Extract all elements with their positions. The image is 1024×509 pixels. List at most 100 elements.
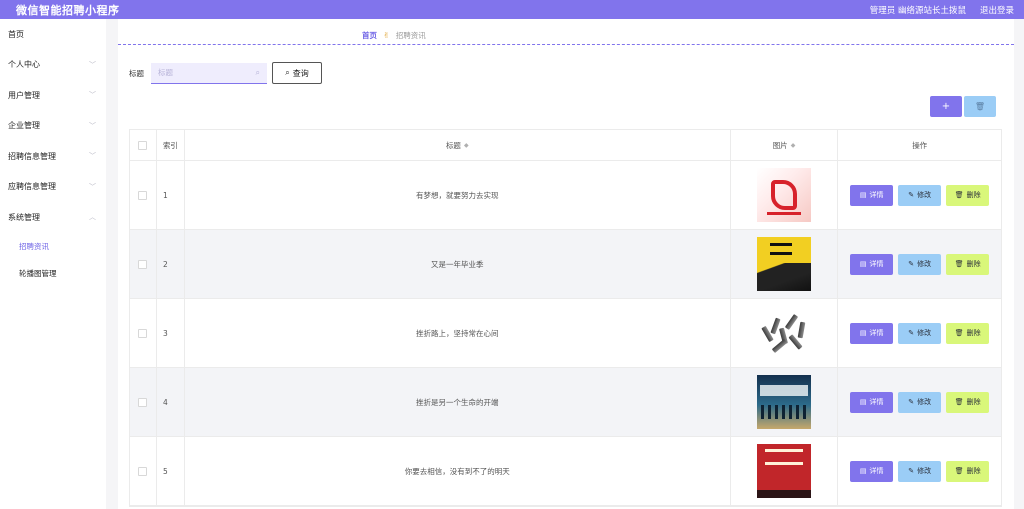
detail-button[interactable]: ▤ 详情 [850,184,894,206]
chevron-down-icon: ﹀ [89,91,96,100]
edit-button[interactable]: ✎ 修改 [898,460,942,482]
trash-icon: 🗑 [974,102,986,111]
sidebar-item-user-management[interactable]: 用户管理 ﹀ [0,80,106,111]
delete-button[interactable]: 🗑 删除 [946,184,990,206]
app-title: 微信智能招聘小程序 [16,3,120,17]
sidebar-item-label: 个人中心 [8,60,40,70]
topbar-right: 管理员 幽络源站长土拨鼠 退出登录 [870,4,1014,16]
sidebar-item-label: 系统管理 [8,212,40,222]
row-thumbnail [757,237,811,291]
search-row: 标题 ⌕ ⌕ 查询 [129,62,322,84]
search-label: 标题 [129,68,144,78]
header-image-label: 图片 [772,140,788,150]
row-index: 2 [157,230,185,298]
sidebar: 首页 个人中心 ﹀ 用户管理 ﹀ 企业管理 ﹀ 招聘信息管理 ﹀ 应聘信息管理 … [0,19,106,509]
row-title: 挫折路上，坚持常在心间 [185,299,731,367]
breadcrumb-current: 招聘资讯 [395,31,426,40]
row-title: 有梦想，就要努力去实现 [185,161,731,229]
header-title[interactable]: 标题 ◆ [185,130,731,160]
chevron-down-icon: ﹀ [89,182,96,191]
edit-button[interactable]: ✎ 修改 [898,322,942,344]
pencil-icon: ✎ [908,329,915,337]
sort-icon: ◆ [463,141,469,149]
detail-button[interactable]: ▤ 详情 [850,460,894,482]
trash-icon: 🗑 [954,398,964,406]
document-icon: ▤ [859,191,867,199]
row-title: 你要去相信，没有到不了的明天 [185,437,731,505]
sidebar-item-label: 企业管理 [8,121,40,131]
logout-link[interactable]: 退出登录 [980,4,1014,16]
header-index: 索引 [157,130,185,160]
search-icon: ⌕ [255,67,260,77]
document-icon: ▤ [859,329,867,337]
batch-delete-button[interactable]: 🗑 [964,96,996,117]
sidebar-subitem-carousel-management[interactable]: 轮播图管理 [0,260,106,287]
row-checkbox[interactable] [138,259,148,269]
table-row: 5 你要去相信，没有到不了的明天 ▤ 详情 ✎ 修改 🗑 删除 [130,437,1001,506]
sidebar-item-label: 首页 [8,29,24,39]
document-icon: ▤ [859,467,867,475]
query-button-label: 查询 [292,68,309,78]
header-title-label: 标题 [445,140,461,150]
document-icon: ▤ [859,398,867,406]
trash-icon: 🗑 [954,260,964,268]
main-content: 首页 ✌ 招聘资讯 标题 ⌕ ⌕ 查询 + 🗑 索引 标题 ◆ 图片 ◆ [118,19,1014,509]
table-row: 2 又是一年毕业季 ▤ 详情 ✎ 修改 🗑 删除 [130,230,1001,299]
breadcrumb-home[interactable]: 首页 [362,30,377,41]
query-button[interactable]: ⌕ 查询 [272,62,322,84]
sidebar-item-label: 招聘信息管理 [8,151,56,161]
header-actions: 操作 [912,140,928,150]
sidebar-item-company-management[interactable]: 企业管理 ﹀ [0,111,106,142]
sidebar-item-recruitment-info[interactable]: 招聘信息管理 ﹀ [0,141,106,172]
chevron-down-icon: ﹀ [89,121,96,130]
sidebar-item-system-management[interactable]: 系统管理 ︿ [0,202,106,233]
edit-button[interactable]: ✎ 修改 [898,391,942,413]
chevron-down-icon: ﹀ [89,152,96,161]
hand-icon: ✌ [383,31,390,40]
sidebar-item-personal-center[interactable]: 个人中心 ﹀ [0,50,106,81]
row-index: 5 [157,437,185,505]
row-index: 1 [157,161,185,229]
sidebar-item-label: 用户管理 [8,90,40,100]
row-index: 3 [157,299,185,367]
pencil-icon: ✎ [908,191,915,199]
edit-button[interactable]: ✎ 修改 [898,184,942,206]
chevron-up-icon: ︿ [89,213,96,222]
row-checkbox[interactable] [138,190,148,200]
document-icon: ▤ [859,260,867,268]
top-bar: 微信智能招聘小程序 管理员 幽络源站长土拨鼠 退出登录 [0,0,1024,19]
table-row: 3 挫折路上，坚持常在心间 ▤ 详情 ✎ 修改 🗑 删除 [130,299,1001,368]
add-button[interactable]: + [930,96,962,117]
delete-button[interactable]: 🗑 删除 [946,391,990,413]
delete-button[interactable]: 🗑 删除 [946,253,990,275]
chevron-down-icon: ﹀ [89,60,96,69]
row-checkbox[interactable] [138,397,148,407]
pencil-icon: ✎ [908,398,915,406]
breadcrumb: 首页 ✌ 招聘资讯 [118,27,1014,45]
delete-button[interactable]: 🗑 删除 [946,322,990,344]
table-row: 1 有梦想，就要努力去实现 ▤ 详情 ✎ 修改 🗑 删除 [130,161,1001,230]
header-image[interactable]: 图片 ◆ [731,130,839,160]
plus-icon: + [941,101,951,112]
row-thumbnail [757,444,811,498]
detail-button[interactable]: ▤ 详情 [850,253,894,275]
search-input[interactable] [158,68,248,77]
select-all-checkbox[interactable] [138,140,148,150]
sidebar-item-home[interactable]: 首页 [0,19,106,50]
sidebar-item-application-info[interactable]: 应聘信息管理 ﹀ [0,172,106,203]
edit-button[interactable]: ✎ 修改 [898,253,942,275]
table-row: 4 挫折是另一个生命的开端 ▤ 详情 ✎ 修改 🗑 删除 [130,368,1001,437]
row-index: 4 [157,368,185,436]
detail-button[interactable]: ▤ 详情 [850,391,894,413]
delete-button[interactable]: 🗑 删除 [946,460,990,482]
row-checkbox[interactable] [138,466,148,476]
row-thumbnail [757,168,811,222]
detail-button[interactable]: ▤ 详情 [850,322,894,344]
table-header: 索引 标题 ◆ 图片 ◆ 操作 [130,130,1001,161]
search-field: ⌕ [151,62,267,84]
row-title: 挫折是另一个生命的开端 [185,368,731,436]
sidebar-subitem-recruitment-news[interactable]: 招聘资讯 [0,233,106,260]
row-checkbox[interactable] [138,328,148,338]
sidebar-item-label: 应聘信息管理 [8,182,56,192]
row-title: 又是一年毕业季 [185,230,731,298]
